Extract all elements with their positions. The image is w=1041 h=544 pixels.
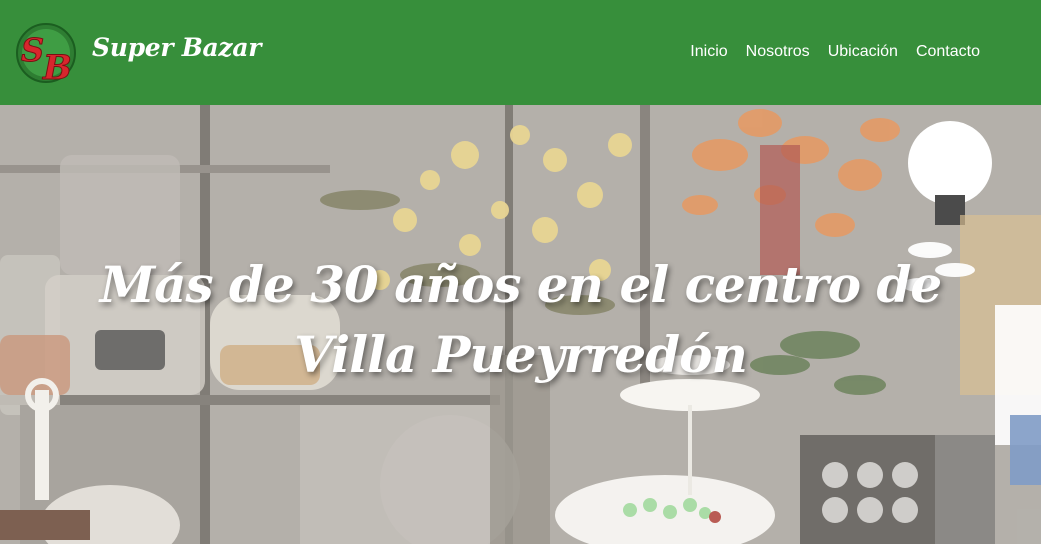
main-nav: Inicio Nosotros Ubicación Contacto <box>690 0 980 105</box>
svg-text:B: B <box>42 48 72 85</box>
hero-section: Más de 30 años en el centro de Villa Pue… <box>0 105 1041 544</box>
nav-item-nosotros[interactable]: Nosotros <box>746 43 810 63</box>
navbar: S B Super Bazar Inicio Nosotros Ubicació… <box>0 0 1041 105</box>
sb-logo-icon: S B <box>16 22 76 85</box>
svg-text:S: S <box>21 31 44 69</box>
nav-item-ubicacion[interactable]: Ubicación <box>828 43 898 63</box>
brand-name: Super Bazar <box>92 33 262 62</box>
nav-item-contacto[interactable]: Contacto <box>916 43 980 63</box>
brand-link[interactable]: S B Super Bazar <box>14 21 261 85</box>
hero-title: Más de 30 años en el centro de Villa Pue… <box>99 255 942 384</box>
nav-item-inicio[interactable]: Inicio <box>690 43 727 63</box>
